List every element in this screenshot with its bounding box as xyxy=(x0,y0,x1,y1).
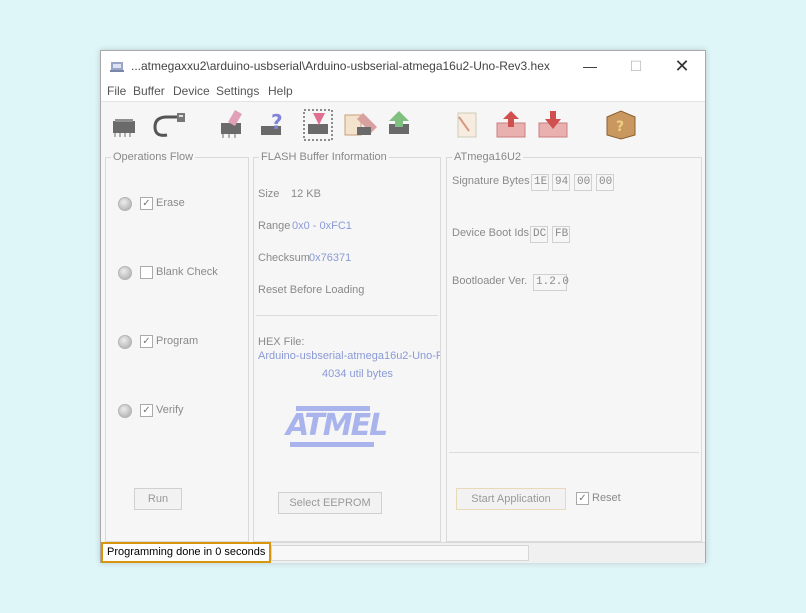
read-chip-icon[interactable] xyxy=(385,109,415,141)
menu-file[interactable]: File xyxy=(107,84,126,98)
chip-select-icon[interactable] xyxy=(109,109,139,141)
operations-flow-panel: Operations Flow ✓ Erase Blank Check ✓ Pr… xyxy=(105,151,249,542)
device-divider xyxy=(449,452,699,453)
run-button[interactable]: Run xyxy=(134,488,182,510)
help-book-icon[interactable]: ? xyxy=(603,109,639,141)
reset-checkbox[interactable]: ✓ xyxy=(576,492,589,505)
load-hex-icon[interactable] xyxy=(453,109,483,141)
signature-bytes-label: Signature Bytes xyxy=(452,175,530,187)
erase-chip-icon[interactable] xyxy=(217,109,247,141)
checksum-label: Checksum xyxy=(258,252,310,264)
usb-connect-icon[interactable] xyxy=(149,109,187,141)
title-bar[interactable]: ...atmegaxxu2\arduino-usbserial\Arduino-… xyxy=(101,51,705,81)
util-bytes: 4034 util bytes xyxy=(322,368,393,380)
program-label: Program xyxy=(156,335,199,347)
blank-check-icon[interactable]: ? xyxy=(259,109,289,141)
signature-byte-4: 00 xyxy=(596,174,614,191)
menu-buffer[interactable]: Buffer xyxy=(133,84,165,98)
close-button[interactable]: ✕ xyxy=(659,51,705,81)
device-title: ATmega16U2 xyxy=(452,151,524,163)
status-progress xyxy=(271,545,529,561)
signature-byte-2: 94 xyxy=(552,174,570,191)
status-bar: Programming done in 0 seconds xyxy=(101,542,705,563)
app-icon xyxy=(110,62,124,72)
verify-label: Verify xyxy=(156,404,184,416)
program-led xyxy=(118,335,132,349)
flip-window: ...atmegaxxu2\arduino-usbserial\Arduino-… xyxy=(100,50,706,563)
operations-flow-title: Operations Flow xyxy=(111,151,196,163)
blank-check-label: Blank Check xyxy=(156,266,218,278)
menu-bar: File Buffer Device Settings Help xyxy=(101,81,705,102)
range-label: Range xyxy=(258,220,291,232)
checksum-value: 0x76371 xyxy=(309,252,352,264)
atmel-logo: ATMEL xyxy=(286,406,388,452)
erase-checkbox[interactable]: ✓ xyxy=(140,197,153,210)
signature-byte-1: 1E xyxy=(531,174,549,191)
status-message: Programming done in 0 seconds xyxy=(101,542,271,563)
device-panel: ATmega16U2 Signature Bytes 1E 94 00 00 D… xyxy=(446,151,702,542)
size-value: 12 KB xyxy=(291,188,321,200)
program-checkbox[interactable]: ✓ xyxy=(140,335,153,348)
range-value: 0x0 - 0xFC1 xyxy=(292,220,352,232)
minimize-button[interactable]: — xyxy=(567,51,613,81)
erase-led xyxy=(118,197,132,211)
blank-check-led xyxy=(118,266,132,280)
boot-ids-label: Device Boot Ids xyxy=(452,227,530,239)
bootloader-version-label: Bootloader Ver. xyxy=(452,275,528,287)
divider xyxy=(256,315,438,316)
flash-buffer-panel: FLASH Buffer Information Size 12 KB Rang… xyxy=(253,151,441,542)
bootloader-version-value: 1.2.0 xyxy=(533,274,569,291)
start-application-button[interactable]: Start Application xyxy=(456,488,566,510)
hex-file-name: Arduino-usbserial-atmega16u2-Uno-R xyxy=(258,350,440,362)
toolbar: ? ? xyxy=(101,102,705,146)
load-buffer-icon[interactable] xyxy=(493,109,529,141)
hex-file-label: HEX File: xyxy=(258,336,305,348)
menu-device[interactable]: Device xyxy=(173,84,210,98)
boot-id-1: DC xyxy=(530,226,548,243)
menu-settings[interactable]: Settings xyxy=(216,84,259,98)
verify-checkbox[interactable]: ✓ xyxy=(140,404,153,417)
size-label: Size xyxy=(258,188,280,200)
menu-help[interactable]: Help xyxy=(268,84,293,98)
blank-check-checkbox[interactable] xyxy=(140,266,153,279)
window-title: ...atmegaxxu2\arduino-usbserial\Arduino-… xyxy=(131,59,550,73)
verify-led xyxy=(118,404,132,418)
svg-text:?: ? xyxy=(271,110,283,134)
reset-label: Reset xyxy=(592,492,621,504)
maximize-button[interactable]: ☐ xyxy=(613,51,659,81)
program-chip-icon[interactable] xyxy=(303,109,333,141)
boot-id-2: FB xyxy=(552,226,570,243)
select-eeprom-button[interactable]: Select EEPROM xyxy=(278,492,382,514)
svg-text:?: ? xyxy=(616,119,624,135)
save-buffer-icon[interactable] xyxy=(535,109,571,141)
reset-before-loading-label: Reset Before Loading xyxy=(258,284,365,296)
flash-buffer-title: FLASH Buffer Information xyxy=(259,151,389,163)
signature-byte-3: 00 xyxy=(574,174,592,191)
verify-chip-icon[interactable] xyxy=(343,109,379,141)
atmel-logo-text: ATMEL xyxy=(286,408,388,443)
erase-label: Erase xyxy=(156,197,185,209)
